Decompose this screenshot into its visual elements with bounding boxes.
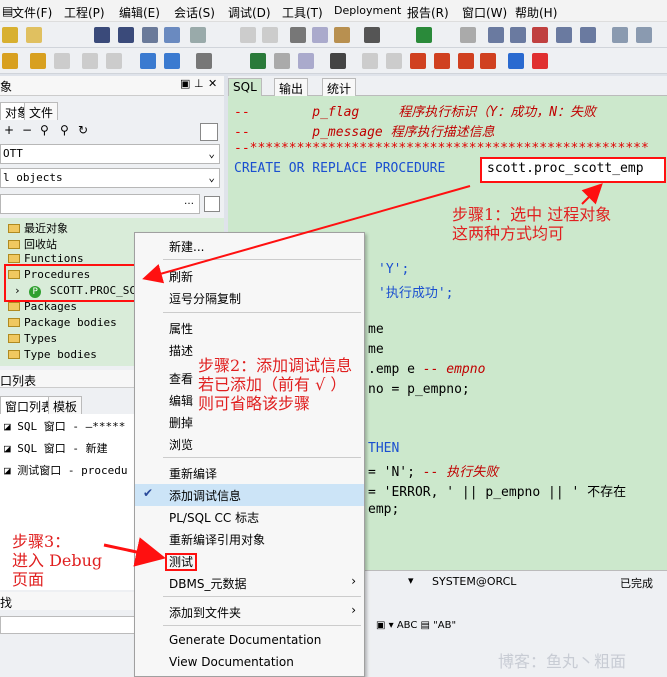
arrow-step1-code: [581, 183, 603, 205]
watermark: 博客：鱼丸丶粗面: [498, 652, 627, 671]
annotation-arrows: [103, 183, 603, 567]
arrow-step1-tree: [142, 185, 471, 284]
arrow-step3: [103, 537, 166, 567]
